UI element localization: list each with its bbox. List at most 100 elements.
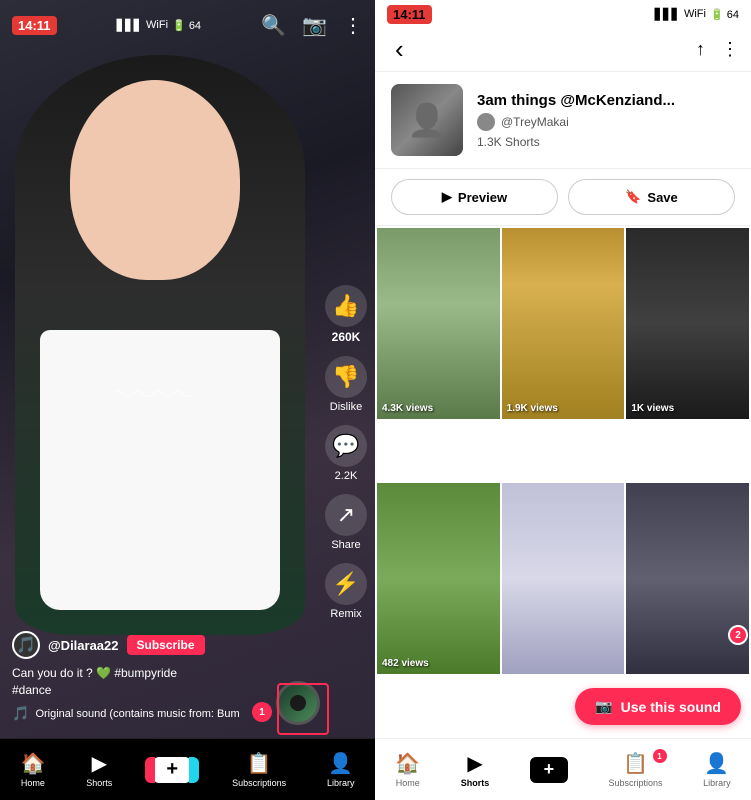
r-subscriptions-label: Subscriptions — [609, 778, 663, 788]
r-nav-home[interactable]: 🏠 Home — [395, 751, 420, 788]
save-button[interactable]: 🔖 Save — [568, 179, 735, 215]
camera-icon[interactable]: 📷 — [302, 13, 327, 38]
sound-details: 3am things @McKenziand... @TreyMakai 1.3… — [477, 92, 735, 149]
like-icon: 👍 — [325, 285, 367, 327]
more-options-button[interactable]: ⋮ — [721, 39, 739, 60]
video-thumb-1[interactable]: 4.3K views — [377, 228, 500, 419]
action-buttons: 👍 260K 👎 Dislike 💬 2.2K ↗ Share ⚡ Remix — [325, 285, 367, 620]
sound-title: 3am things @McKenziand... — [477, 92, 735, 109]
sound-action-row: ▶ Preview 🔖 Save — [375, 169, 751, 226]
r-nav-add[interactable]: + — [530, 757, 568, 783]
like-action[interactable]: 👍 260K — [325, 285, 367, 344]
left-topbar: 14:11 ▋▋▋ WiFi 🔋 64 🔍 📷 ⋮ — [0, 0, 375, 50]
top-icons-group: 🔍 📷 ⋮ — [261, 13, 363, 38]
r-add-button[interactable]: + — [530, 757, 568, 783]
use-sound-label: Use this sound — [621, 699, 721, 715]
nav-shorts[interactable]: ▶ Shorts — [86, 751, 112, 788]
more-options-icon[interactable]: ⋮ — [343, 13, 363, 38]
save-label: Save — [647, 190, 677, 205]
right-panel: 14:11 ▋▋▋ WiFi 🔋 64 ‹ ↑ ⋮ 👤 3am things @… — [375, 0, 751, 800]
user-avatar[interactable]: 🎵 — [12, 631, 40, 659]
comment-action[interactable]: 💬 2.2K — [325, 425, 367, 482]
dislike-action[interactable]: 👎 Dislike — [325, 356, 367, 413]
remix-icon: ⚡ — [325, 563, 367, 605]
left-status-icons: ▋▋▋ WiFi 🔋 64 — [117, 19, 201, 32]
subscribe-button[interactable]: Subscribe — [127, 635, 205, 655]
dislike-icon: 👎 — [325, 356, 367, 398]
r-nav-library[interactable]: 👤 Library — [703, 751, 731, 788]
video-thumb-3[interactable]: 1K views — [626, 228, 749, 419]
view-count-2: 1.9K views — [507, 403, 558, 414]
wifi-icon: WiFi — [146, 19, 168, 31]
view-count-3: 1K views — [631, 403, 674, 414]
preview-play-icon: ▶ — [442, 189, 452, 205]
share-button[interactable]: ↑ — [696, 39, 705, 60]
dislike-label: Dislike — [330, 401, 362, 413]
right-status-icons: ▋▋▋ WiFi 🔋 64 — [655, 8, 739, 21]
nav-subscriptions[interactable]: 📋 Subscriptions — [232, 751, 286, 788]
share-action[interactable]: ↗ Share — [325, 494, 367, 551]
share-label: Share — [331, 539, 360, 551]
person-face — [70, 80, 240, 280]
right-topnav: ‹ ↑ ⋮ — [375, 28, 751, 72]
waveform-decoration — [113, 384, 193, 404]
badge-1: 1 — [252, 702, 272, 722]
left-time: 14:11 — [12, 16, 57, 35]
back-button[interactable]: ‹ — [387, 30, 412, 69]
video-grid: 4.3K views 1.9K views 1K views 482 views — [375, 226, 751, 738]
library-label: Library — [327, 778, 355, 788]
sound-channel: @TreyMakai — [477, 113, 735, 131]
share-icon: ↗ — [325, 494, 367, 536]
nav-home[interactable]: 🏠 Home — [20, 751, 45, 788]
r-library-icon: 👤 — [704, 751, 729, 776]
subscriptions-badge: 1 — [653, 749, 667, 763]
music-note-icon: 🎵 — [12, 705, 29, 722]
sound-info: 👤 3am things @McKenziand... @TreyMakai 1… — [375, 72, 751, 169]
bottom-overlay: 🎵 @Dilaraa22 Subscribe Can you do it ? 💚… — [0, 621, 375, 732]
home-label: Home — [21, 778, 45, 788]
remix-action[interactable]: ⚡ Remix — [325, 563, 367, 620]
left-panel: 14:11 ▋▋▋ WiFi 🔋 64 🔍 📷 ⋮ 👍 260K 👎 Disli… — [0, 0, 375, 800]
shorts-icon: ▶ — [92, 751, 107, 776]
video-thumb-5[interactable] — [502, 483, 625, 674]
right-statusbar: 14:11 ▋▋▋ WiFi 🔋 64 — [375, 0, 751, 28]
add-button[interactable]: + — [153, 757, 191, 783]
nav-add[interactable]: + — [153, 757, 191, 783]
battery-icon: 🔋 64 — [172, 19, 201, 32]
r-nav-shorts[interactable]: ▶ Shorts — [461, 751, 490, 788]
right-wifi-icon: WiFi — [684, 8, 706, 20]
video-thumb-2[interactable]: 1.9K views — [502, 228, 625, 419]
right-signal-icon: ▋▋▋ — [655, 8, 680, 21]
r-shorts-icon: ▶ — [467, 751, 482, 776]
r-shorts-label: Shorts — [461, 778, 490, 788]
right-bottom-nav: 🏠 Home ▶ Shorts + 📋 Subscriptions 1 👤 Li… — [375, 738, 751, 800]
like-count: 260K — [332, 330, 361, 344]
search-icon[interactable]: 🔍 — [261, 13, 286, 38]
sound-shorts-count: 1.3K Shorts — [477, 135, 735, 149]
view-count-4: 482 views — [382, 658, 429, 669]
save-icon: 🔖 — [625, 189, 641, 205]
nav-library[interactable]: 👤 Library — [327, 751, 355, 788]
subscriptions-icon: 📋 — [247, 751, 272, 776]
use-sound-camera-icon: 📷 — [595, 698, 612, 715]
r-home-icon: 🏠 — [395, 751, 420, 776]
use-this-sound-button[interactable]: 📷 Use this sound — [575, 688, 741, 725]
r-home-label: Home — [396, 778, 420, 788]
remix-label: Remix — [330, 608, 361, 620]
view-count-1: 4.3K views — [382, 403, 433, 414]
signal-icon: ▋▋▋ — [117, 19, 142, 32]
username-label: @Dilaraa22 — [48, 638, 119, 653]
home-icon: 🏠 — [20, 751, 45, 776]
r-nav-subscriptions[interactable]: 📋 Subscriptions 1 — [609, 751, 663, 788]
video-thumb-6[interactable] — [626, 483, 749, 674]
sound-row[interactable]: 🎵 Original sound (contains music from: B… — [12, 705, 363, 722]
right-nav-icons: ↑ ⋮ — [696, 39, 739, 60]
channel-name: @TreyMakai — [501, 115, 569, 129]
thumb-image: 👤 — [391, 84, 463, 156]
preview-button[interactable]: ▶ Preview — [391, 179, 558, 215]
video-thumb-4[interactable]: 482 views — [377, 483, 500, 674]
video-caption: Can you do it ? 💚 #bumpyride #dance — [12, 665, 363, 699]
badge-2: 2 — [728, 625, 748, 645]
sound-text: Original sound (contains music from: Bum — [35, 708, 239, 720]
right-battery-icon: 🔋 64 — [710, 8, 739, 21]
